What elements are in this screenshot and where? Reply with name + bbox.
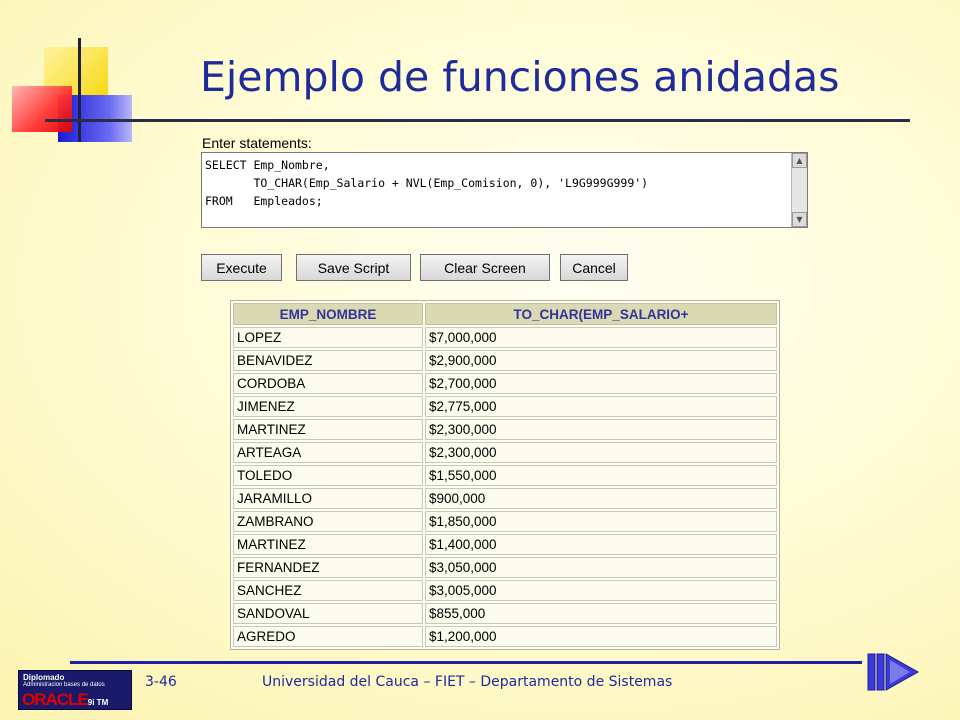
- cancel-button[interactable]: Cancel: [560, 254, 628, 281]
- cell-salary: $2,900,000: [425, 350, 777, 371]
- logo-red-square: [12, 86, 72, 132]
- cell-emp-nombre: MARTINEZ: [233, 419, 423, 440]
- cell-salary: $2,700,000: [425, 373, 777, 394]
- table-row: TOLEDO $1,550,000: [233, 465, 777, 486]
- results-table: EMP_NOMBRE TO_CHAR(EMP_SALARIO+ LOPEZ $7,…: [230, 300, 780, 650]
- save-script-button[interactable]: Save Script: [296, 254, 411, 281]
- cell-emp-nombre: JARAMILLO: [233, 488, 423, 509]
- scroll-up-icon[interactable]: ▲: [792, 153, 807, 168]
- cell-emp-nombre: LOPEZ: [233, 327, 423, 348]
- cell-emp-nombre: ZAMBRANO: [233, 511, 423, 532]
- title-divider: [45, 119, 910, 122]
- cell-emp-nombre: FERNANDEZ: [233, 557, 423, 578]
- column-header-to-char: TO_CHAR(EMP_SALARIO+: [425, 303, 777, 325]
- cell-salary: $1,400,000: [425, 534, 777, 555]
- cell-emp-nombre: ARTEAGA: [233, 442, 423, 463]
- footer-divider: [70, 661, 862, 664]
- next-slide-icon[interactable]: [866, 652, 920, 692]
- sql-text[interactable]: SELECT Emp_Nombre, TO_CHAR(Emp_Salario +…: [205, 156, 648, 210]
- table-row: LOPEZ $7,000,000: [233, 327, 777, 348]
- cell-salary: $1,850,000: [425, 511, 777, 532]
- cell-salary: $1,200,000: [425, 626, 777, 647]
- table-row: MARTINEZ $2,300,000: [233, 419, 777, 440]
- slide-number: 3-46: [145, 674, 177, 690]
- table-row: CORDOBA $2,700,000: [233, 373, 777, 394]
- cell-salary: $7,000,000: [425, 327, 777, 348]
- cell-emp-nombre: BENAVIDEZ: [233, 350, 423, 371]
- results-header-row: EMP_NOMBRE TO_CHAR(EMP_SALARIO+: [233, 303, 777, 325]
- slide-title: Ejemplo de funciones anidadas: [200, 53, 840, 101]
- cell-salary: $2,300,000: [425, 419, 777, 440]
- cell-emp-nombre: CORDOBA: [233, 373, 423, 394]
- table-row: JIMENEZ $2,775,000: [233, 396, 777, 417]
- table-row: SANCHEZ $3,005,000: [233, 580, 777, 601]
- cell-emp-nombre: JIMENEZ: [233, 396, 423, 417]
- column-header-emp-nombre: EMP_NOMBRE: [233, 303, 423, 325]
- table-row: ARTEAGA $2,300,000: [233, 442, 777, 463]
- cell-emp-nombre: SANDOVAL: [233, 603, 423, 624]
- editor-scrollbar[interactable]: ▲ ▼: [791, 153, 807, 227]
- cell-salary: $2,300,000: [425, 442, 777, 463]
- scroll-down-icon[interactable]: ▼: [792, 212, 807, 227]
- table-row: ZAMBRANO $1,850,000: [233, 511, 777, 532]
- footer-institution: Universidad del Cauca – FIET – Departame…: [262, 674, 673, 690]
- table-row: SANDOVAL $855,000: [233, 603, 777, 624]
- table-row: MARTINEZ $1,400,000: [233, 534, 777, 555]
- table-row: FERNANDEZ $3,050,000: [233, 557, 777, 578]
- cell-salary: $855,000: [425, 603, 777, 624]
- cell-salary: $3,050,000: [425, 557, 777, 578]
- cell-emp-nombre: MARTINEZ: [233, 534, 423, 555]
- execute-button[interactable]: Execute: [201, 254, 282, 281]
- clear-screen-button[interactable]: Clear Screen: [420, 254, 550, 281]
- logo-vertical-line: [78, 38, 81, 142]
- cell-salary: $2,775,000: [425, 396, 777, 417]
- table-row: AGREDO $1,200,000: [233, 626, 777, 647]
- cell-emp-nombre: TOLEDO: [233, 465, 423, 486]
- sql-editor[interactable]: SELECT Emp_Nombre, TO_CHAR(Emp_Salario +…: [201, 152, 808, 228]
- cell-salary: $900,000: [425, 488, 777, 509]
- table-row: BENAVIDEZ $2,900,000: [233, 350, 777, 371]
- cell-salary: $1,550,000: [425, 465, 777, 486]
- table-row: JARAMILLO $900,000: [233, 488, 777, 509]
- statements-label: Enter statements:: [202, 135, 312, 151]
- cell-salary: $3,005,000: [425, 580, 777, 601]
- cell-emp-nombre: AGREDO: [233, 626, 423, 647]
- oracle-diplomado-logo: Diplomado Administracion bases de datos …: [18, 670, 132, 710]
- cell-emp-nombre: SANCHEZ: [233, 580, 423, 601]
